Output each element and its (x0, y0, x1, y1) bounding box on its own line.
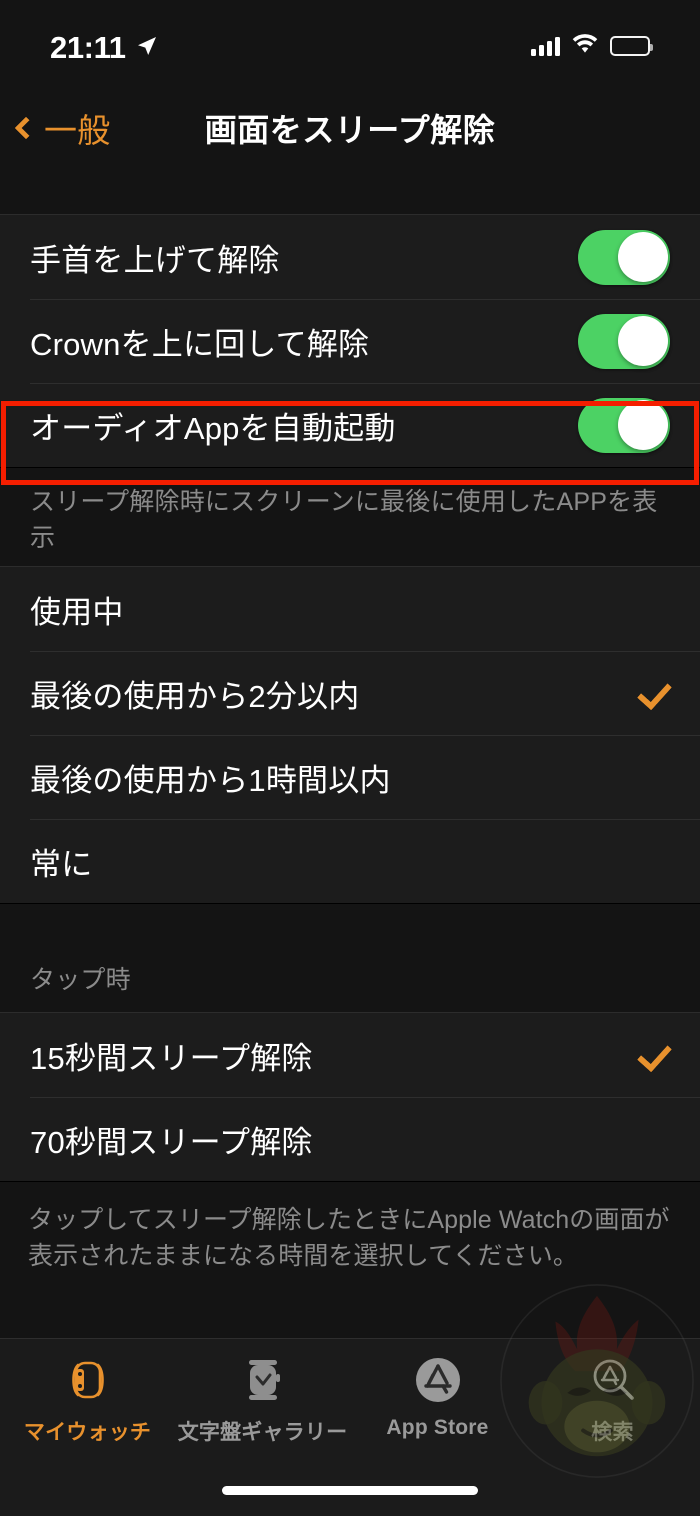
back-button-label: 一般 (44, 112, 111, 149)
tab-my-watch[interactable]: マイウォッチ (0, 1353, 175, 1446)
checkmark-icon (636, 676, 670, 710)
tab-label: 検索 (591, 1421, 634, 1444)
option-always[interactable]: 常に (0, 819, 700, 903)
tab-label: マイウォッチ (23, 1421, 152, 1444)
wifi-icon (572, 33, 598, 59)
status-bar-left: 21:11 (50, 30, 159, 63)
option-wake-70-seconds[interactable]: 70秒間スリープ解除 (0, 1097, 700, 1181)
apple-watch-icon (65, 1353, 111, 1407)
status-bar-clock: 21:11 (50, 29, 126, 65)
iphone-screen: 21:11 画面をスリープ解除 一般 手首を上げて解除 Crownを上に回して解… (0, 0, 700, 1516)
search-app-store-icon (588, 1353, 638, 1407)
row-crown-to-wake[interactable]: Crownを上に回して解除 (0, 299, 700, 383)
top-spacer (0, 164, 700, 214)
row-label: 最後の使用から1時間以内 (30, 762, 391, 798)
option-wake-15-seconds[interactable]: 15秒間スリープ解除 (0, 1013, 700, 1097)
row-label: オーディオAppを自動起動 (30, 410, 396, 446)
tab-app-store[interactable]: App Store (350, 1353, 525, 1440)
chevron-left-icon (14, 116, 38, 140)
row-label: 常に (30, 846, 93, 882)
status-bar: 21:11 (0, 0, 700, 92)
wake-options-group: 使用中 最後の使用から2分以内 最後の使用から1時間以内 常に (0, 566, 700, 904)
row-label: Crownを上に回して解除 (30, 326, 370, 362)
row-label: 15秒間スリープ解除 (30, 1040, 313, 1076)
option-within-2-minutes[interactable]: 最後の使用から2分以内 (0, 651, 700, 735)
row-label: 最後の使用から2分以内 (30, 678, 360, 714)
app-store-icon (413, 1353, 463, 1407)
mid-spacer (0, 904, 700, 960)
tab-search[interactable]: 検索 (525, 1353, 700, 1446)
tab-label: App Store (386, 1416, 489, 1439)
row-label: 手首を上げて解除 (30, 242, 280, 278)
row-auto-launch-audio-apps[interactable]: オーディオAppを自動起動 (0, 383, 700, 467)
row-label: 使用中 (30, 594, 124, 630)
location-arrow-icon (135, 34, 159, 58)
row-label: 70秒間スリープ解除 (30, 1124, 313, 1160)
home-indicator[interactable] (222, 1486, 478, 1495)
cellular-signal-icon (531, 36, 560, 56)
wake-toggles-group: 手首を上げて解除 Crownを上に回して解除 オーディオAppを自動起動 (0, 214, 700, 468)
back-button[interactable]: 一般 (14, 92, 111, 164)
watch-face-icon (240, 1353, 286, 1407)
battery-icon (610, 36, 653, 56)
checkmark-icon (636, 1038, 670, 1072)
tab-face-gallery[interactable]: 文字盤ギャラリー (175, 1353, 350, 1446)
navigation-bar: 画面をスリープ解除 一般 (0, 92, 700, 164)
option-within-1-hour[interactable]: 最後の使用から1時間以内 (0, 735, 700, 819)
row-raise-wrist-to-wake[interactable]: 手首を上げて解除 (0, 215, 700, 299)
tab-label: 文字盤ギャラリー (177, 1421, 348, 1444)
tap-options-group: 15秒間スリープ解除 70秒間スリープ解除 (0, 1012, 700, 1182)
option-while-in-session[interactable]: 使用中 (0, 567, 700, 651)
toggle-crown-to-wake[interactable] (578, 313, 670, 369)
wake-section-header: スリープ解除時にスクリーンに最後に使用したAPPを表示 (0, 468, 700, 566)
tap-section-footer: タップしてスリープ解除したときにApple Watchの画面が表示されたままにな… (0, 1182, 700, 1274)
toggle-raise-wrist-to-wake[interactable] (578, 229, 670, 285)
status-bar-right (531, 33, 653, 59)
toggle-auto-launch-audio-apps[interactable] (578, 397, 670, 453)
tap-section-header: タップ時 (0, 960, 700, 1012)
settings-content: 手首を上げて解除 Crownを上に回して解除 オーディオAppを自動起動 スリー… (0, 164, 700, 1338)
